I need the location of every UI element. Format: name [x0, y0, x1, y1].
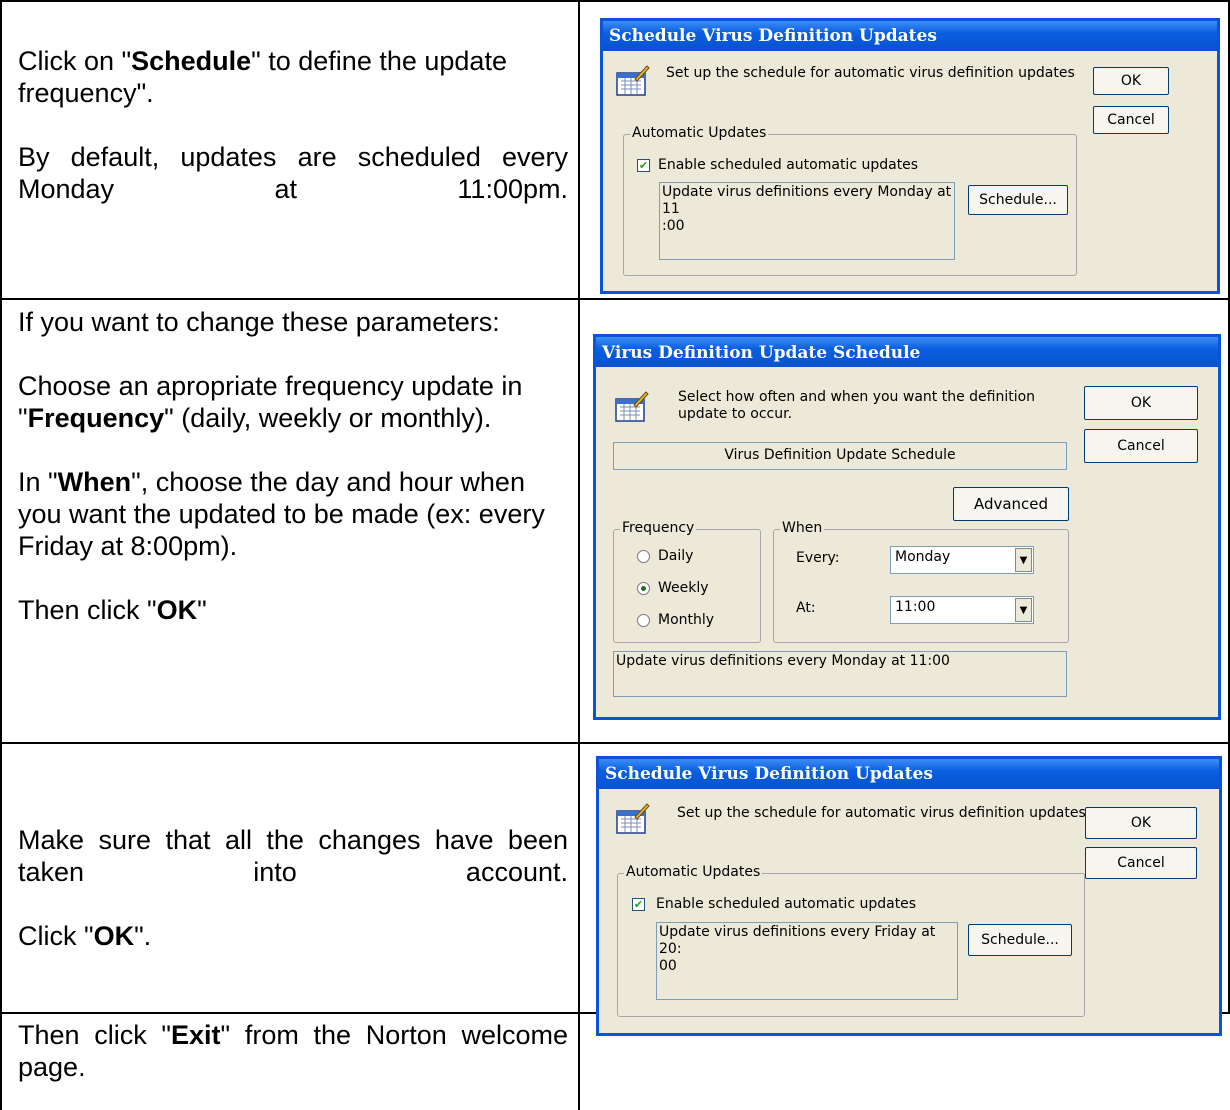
instruction-schedule: Click on "Schedule" to define the update… [18, 46, 507, 108]
every-day-select[interactable]: Monday ▼ [890, 546, 1034, 574]
frequency-monthly-radio[interactable] [637, 614, 650, 627]
table-border-top [0, 0, 1230, 2]
calendar-pencil-icon [615, 391, 649, 422]
frequency-daily-radio[interactable] [637, 550, 650, 563]
dialog-description-line-2: update to occur. [678, 406, 793, 422]
frequency-group: Frequency Daily Weekly Monthly [613, 520, 761, 643]
when-label: When [780, 520, 825, 536]
schedule-button[interactable]: Schedule... [968, 924, 1072, 956]
instruction-change-intro: If you want to change these parameters: [18, 307, 500, 337]
dialog-description: Set up the schedule for automatic virus … [666, 65, 1075, 81]
frequency-weekly-radio[interactable] [637, 582, 650, 595]
ok-button[interactable]: OK [1084, 386, 1198, 420]
frequency-label: Frequency [620, 520, 697, 536]
instruction-row-2: If you want to change these parameters: … [18, 306, 558, 626]
every-label: Every: [796, 550, 840, 566]
group-label: Automatic Updates [624, 864, 763, 880]
enable-updates-checkbox[interactable]: ✔ [632, 898, 645, 911]
checkmark-icon: ✔ [633, 898, 644, 911]
frequency-daily-label[interactable]: Daily [658, 548, 693, 564]
enable-updates-checkbox[interactable]: ✔ [637, 159, 650, 172]
cancel-button[interactable]: Cancel [1085, 847, 1197, 879]
schedule-summary: Update virus definitions every Monday at… [613, 651, 1067, 697]
ok-button[interactable]: OK [1085, 807, 1197, 839]
enable-updates-label[interactable]: Enable scheduled automatic updates [656, 896, 916, 912]
group-label: Automatic Updates [630, 125, 769, 141]
instruction-frequency: Choose an apropriate frequency update in… [18, 371, 523, 433]
instruction-click-ok: Then click "OK" [18, 595, 207, 625]
dialog-title-bar[interactable]: Schedule Virus Definition Updates [603, 21, 1217, 51]
frequency-weekly-label[interactable]: Weekly [658, 580, 709, 596]
instruction-row-3: Make sure that all the changes have been… [18, 824, 568, 952]
schedule-summary: Update virus definitions every Friday at… [656, 922, 958, 1000]
dialog-title-bar[interactable]: Virus Definition Update Schedule [596, 337, 1218, 367]
schedule-button[interactable]: Schedule... [968, 185, 1068, 215]
dialog-title: Virus Definition Update Schedule [602, 343, 921, 363]
update-schedule-dialog: Virus Definition Update Schedule Select … [593, 334, 1221, 720]
dialog-title: Schedule Virus Definition Updates [605, 764, 933, 784]
advanced-button[interactable]: Advanced [953, 487, 1069, 521]
cancel-button[interactable]: Cancel [1093, 106, 1169, 134]
frequency-monthly-label[interactable]: Monthly [658, 612, 714, 628]
chevron-down-icon[interactable]: ▼ [1015, 598, 1032, 622]
table-border-left [0, 0, 2, 1110]
schedule-summary: Update virus definitions every Monday at… [659, 182, 955, 260]
instruction-default: By default, updates are scheduled every … [18, 142, 568, 204]
row-divider-1 [0, 298, 1230, 300]
when-group: When Every: Monday ▼ At: 11:00 ▼ [773, 520, 1069, 643]
row-divider-2 [0, 742, 1230, 744]
calendar-pencil-icon [616, 803, 650, 834]
dialog-title: Schedule Virus Definition Updates [609, 26, 937, 46]
dialog-description-line-1: Select how often and when you want the d… [678, 389, 1036, 405]
schedule-header-box: Virus Definition Update Schedule [613, 442, 1067, 470]
schedule-updates-dialog: Schedule Virus Definition Updates Set up… [600, 18, 1220, 294]
every-day-value: Monday [895, 549, 951, 565]
instruction-row-1: Click on "Schedule" to define the update… [18, 45, 568, 205]
instruction-row-4: Then click "Exit" from the Norton welcom… [18, 1019, 568, 1083]
automatic-updates-group: Automatic Updates ✔ Enable scheduled aut… [617, 864, 1085, 1017]
instruction-verify: Make sure that all the changes have been… [18, 825, 568, 887]
enable-updates-label[interactable]: Enable scheduled automatic updates [658, 157, 918, 173]
dialog-description: Set up the schedule for automatic virus … [677, 805, 1086, 821]
at-label: At: [796, 600, 816, 616]
instruction-when: In "When", choose the day and hour when … [18, 467, 545, 561]
at-time-value: 11:00 [895, 599, 936, 615]
automatic-updates-group: Automatic Updates ✔ Enable scheduled aut… [623, 125, 1077, 276]
ok-button[interactable]: OK [1093, 67, 1169, 95]
schedule-updates-dialog-confirm: Schedule Virus Definition Updates Set up… [596, 756, 1222, 1036]
instruction-click-ok-final: Click "OK". [18, 921, 152, 951]
at-time-select[interactable]: 11:00 ▼ [890, 596, 1034, 624]
calendar-pencil-icon [616, 65, 650, 96]
instruction-exit: Then click "Exit" from the Norton welcom… [18, 1020, 568, 1082]
chevron-down-icon[interactable]: ▼ [1015, 548, 1032, 572]
checkmark-icon: ✔ [638, 159, 649, 172]
dialog-title-bar[interactable]: Schedule Virus Definition Updates [599, 759, 1219, 789]
cancel-button[interactable]: Cancel [1084, 429, 1198, 463]
column-divider [578, 0, 580, 1110]
